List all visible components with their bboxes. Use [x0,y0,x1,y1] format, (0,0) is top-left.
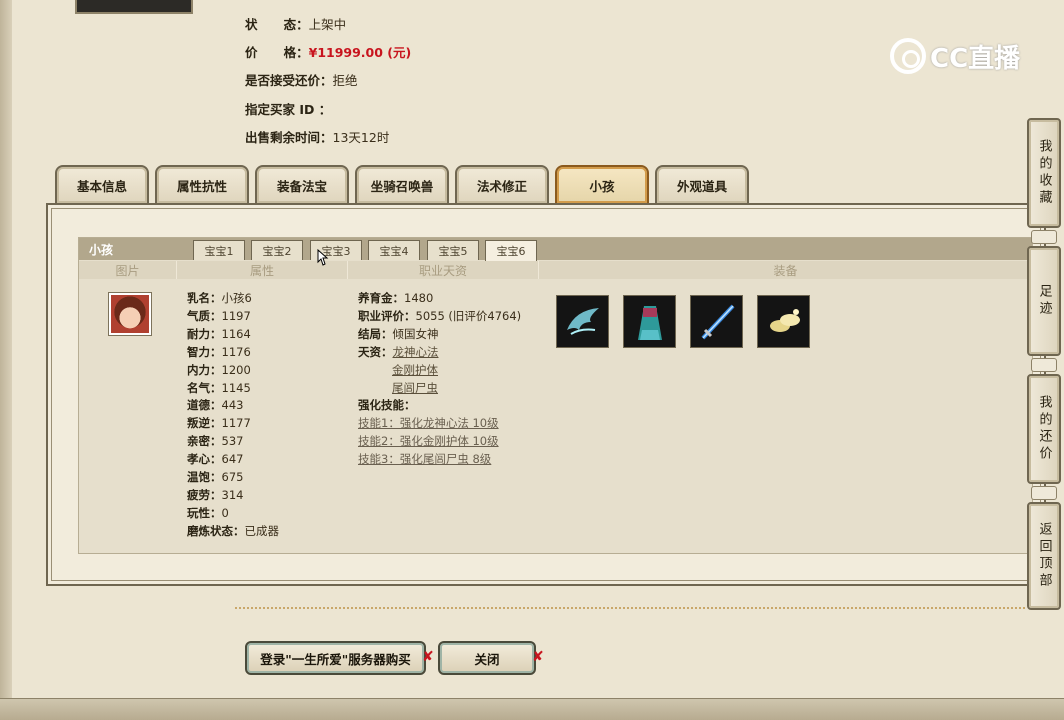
time-label: 出售剩余时间： [245,129,333,145]
equipment-list [556,295,810,348]
talent-link-2[interactable]: 金刚护体 [392,363,438,377]
buyer-label: 指定买家 ID ： [245,101,332,117]
bargain-label: 是否接受还价： [245,72,333,88]
equip-slot-2[interactable] [623,295,676,348]
tab-attributes[interactable]: 属性抗性 [155,165,249,203]
sidebar-separator [1031,486,1057,500]
tab-mounts[interactable]: 坐骑召唤兽 [355,165,449,203]
tab-basic-info[interactable]: 基本信息 [55,165,149,203]
tab-baby-1[interactable]: 宝宝1 [193,240,245,260]
mouse-cursor-icon [317,248,329,266]
attr-row: 玩性：0 [187,505,229,520]
child-face-icon [111,295,149,333]
bottom-border [0,698,1064,720]
bargain-value: 拒绝 [332,72,358,88]
status-value: 上架中 [308,16,347,32]
skill-link-3[interactable]: 技能3：强化尾闾尸虫 8级 [358,452,491,466]
sidebar-my-favorites[interactable]: 我的收藏 [1027,118,1061,228]
close-x-icon: ✘ [422,649,434,665]
sidebar-my-bargains[interactable]: 我的还价 [1027,374,1061,484]
attr-row: 亲密：537 [187,434,244,449]
price-label: 价 格： [245,44,309,60]
tab-baby-4[interactable]: 宝宝4 [368,240,420,260]
time-value: 13天12时 [332,129,390,145]
cc-live-logo: CC直播 [890,36,1030,76]
close-x-icon: ✘ [532,649,544,665]
tab-child[interactable]: 小孩 [555,165,649,203]
career-skill-row-2: 技能2：强化金刚护体 10级 [358,433,521,451]
attr-row: 温饱：675 [187,470,244,485]
attr-row: 孝心：647 [187,452,244,467]
equip-slot-4[interactable] [757,295,810,348]
career-fee-row: 养育金：1480 [358,291,434,305]
attr-row: 道德：443 [187,398,244,413]
sword-icon [701,304,734,339]
sidebar-separator [1031,358,1057,372]
price-value: ¥11999.00 (元) [308,44,412,60]
sidebar-footprint[interactable]: 足迹 [1027,246,1061,356]
tab-spells[interactable]: 法术修正 [455,165,549,203]
attr-row: 乳名：小孩6 [187,291,252,305]
status-label: 状 态： [245,16,309,32]
sidebar-back-to-top[interactable]: 返回顶部 [1027,502,1061,610]
bargain-row: 是否接受还价： 拒绝 [245,70,358,88]
skill-link-1[interactable]: 技能1：强化龙神心法 10级 [358,416,499,430]
attr-row: 耐力：1164 [187,326,251,341]
item-image-top [75,0,193,14]
logo-text: CC直播 [930,43,1021,74]
col-header-image: 图片 [79,261,177,279]
tab-baby-6[interactable]: 宝宝6 [485,240,537,261]
price-row: 价 格： ¥11999.00 (元) [245,42,411,60]
cc-logo-icon [890,38,926,74]
career-skill-row-3: 技能3：强化尾闾尸虫 8级 [358,451,521,469]
divider-dotted [235,607,1025,609]
shoes-icon [769,308,800,332]
attr-row: 叛逆：1177 [187,416,251,431]
career-skill-row-1: 技能1：强化龙神心法 10级 [358,415,521,433]
child-panel-title: 小孩 [89,242,114,257]
career-rating-row: 职业评价：5055 (旧评价4764) [358,308,522,323]
talent-link-1[interactable]: 龙神心法 [393,345,439,359]
login-purchase-button[interactable]: 登录"一生所爱"服务器购买 [245,641,426,675]
career-talent-row: 天资：龙神心法 [358,344,439,359]
child-avatar [108,292,152,336]
attr-row: 磨炼状态：已成器 [187,523,279,538]
close-button[interactable]: 关闭 [438,641,536,675]
attr-row: 智力：1176 [187,344,251,359]
attr-row: 疲劳：314 [187,487,244,502]
career-talent-row-3: 尾闾尸虫 [358,380,521,398]
talent-link-3[interactable]: 尾闾尸虫 [392,381,438,395]
left-border [0,0,12,720]
col-header-career: 职业天资 [348,261,539,279]
attribute-list: 乳名：小孩6 气质：1197 耐力：1164 智力：1176 内力：1200 名… [187,290,279,541]
skill-link-2[interactable]: 技能2：强化金刚护体 10级 [358,434,499,448]
career-skill-label-row: 强化技能： [358,398,416,413]
tab-appearance[interactable]: 外观道具 [655,165,749,203]
career-ending-row: 结局：倾国女神 [358,326,439,341]
career-talent-row-2: 金刚护体 [358,362,521,380]
status-row: 状 态： 上架中 [245,14,346,32]
equip-slot-1[interactable] [556,295,609,348]
attr-row: 内力：1200 [187,362,251,377]
wing-icon [566,307,599,335]
sidebar-separator [1031,230,1057,244]
tab-baby-5[interactable]: 宝宝5 [427,240,479,260]
career-info: 养育金：1480 职业评价：5055 (旧评价4764) 结局：倾国女神 天资：… [358,290,521,469]
robe-icon [637,305,662,340]
attr-row: 气质：1197 [187,308,251,323]
tab-baby-2[interactable]: 宝宝2 [251,240,303,260]
buyer-row: 指定买家 ID ： [245,99,331,117]
time-row: 出售剩余时间： 13天12时 [245,127,389,145]
attr-row: 名气：1145 [187,380,251,395]
tab-equipment[interactable]: 装备法宝 [255,165,349,203]
col-header-equipment: 装备 [539,261,1033,279]
equip-slot-3[interactable] [690,295,743,348]
